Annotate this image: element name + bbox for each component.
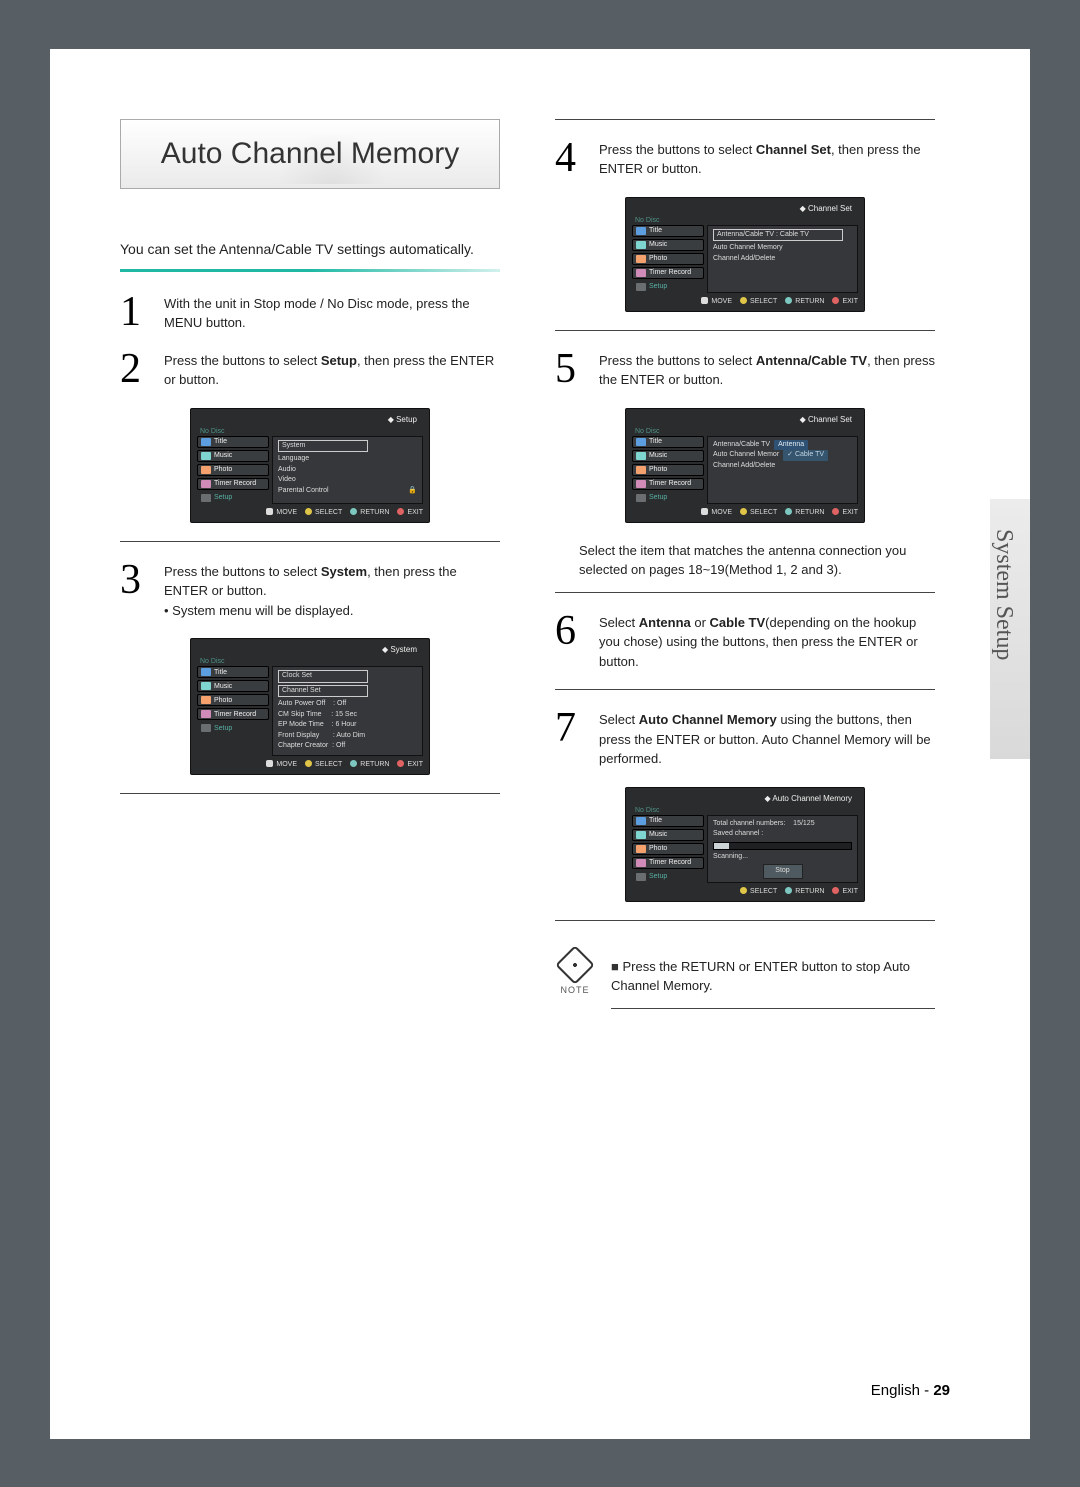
step-5-note: Select the item that matches the antenna… bbox=[579, 541, 935, 580]
right-column: 4 Press the buttons to select Channel Se… bbox=[555, 119, 935, 1009]
step-number: 7 bbox=[555, 710, 587, 769]
note-block: NOTE Press the RETURN or ENTER button to… bbox=[555, 951, 935, 1009]
step-text: Press the buttons to select Channel Set,… bbox=[599, 140, 935, 179]
divider bbox=[555, 330, 935, 331]
step-text: Press the buttons to select System, then… bbox=[164, 562, 500, 621]
step-3: 3 Press the buttons to select System, th… bbox=[120, 562, 500, 621]
step-2: 2 Press the buttons to select Setup, the… bbox=[120, 351, 500, 390]
step-text: Select Auto Channel Memory using the but… bbox=[599, 710, 935, 769]
step-text: Press the buttons to select Antenna/Cabl… bbox=[599, 351, 935, 390]
osd-setup: ◆ Setup No Disc Title Music Photo Timer … bbox=[190, 408, 430, 523]
osd-channel-set: ◆ Channel Set No Disc Title Music Photo … bbox=[625, 197, 865, 312]
step-number: 4 bbox=[555, 140, 587, 179]
divider bbox=[555, 689, 935, 690]
step-number: 1 bbox=[120, 294, 152, 333]
page-title: Auto Channel Memory bbox=[161, 137, 459, 171]
section-tab-label: System Setup bbox=[990, 499, 1017, 660]
step-5: 5 Press the buttons to select Antenna/Ca… bbox=[555, 351, 935, 390]
note-icon: NOTE bbox=[555, 951, 595, 995]
step-text: Press the buttons to select Setup, then … bbox=[164, 351, 500, 390]
step-number: 5 bbox=[555, 351, 587, 390]
osd-system: ◆ System No Disc Title Music Photo Timer… bbox=[190, 638, 430, 775]
manual-page: System Setup Auto Channel Memory You can… bbox=[50, 49, 1030, 1439]
divider bbox=[555, 592, 935, 593]
step-4: 4 Press the buttons to select Channel Se… bbox=[555, 140, 935, 179]
note-text: Press the RETURN or ENTER button to stop… bbox=[611, 957, 935, 1009]
step-7: 7 Select Auto Channel Memory using the b… bbox=[555, 710, 935, 769]
stop-button[interactable]: Stop bbox=[763, 864, 803, 879]
step-number: 2 bbox=[120, 351, 152, 390]
step-number: 3 bbox=[120, 562, 152, 621]
progress-bar bbox=[713, 842, 852, 850]
intro-text: You can set the Antenna/Cable TV setting… bbox=[120, 239, 500, 259]
divider bbox=[120, 793, 500, 794]
step-text: With the unit in Stop mode / No Disc mod… bbox=[164, 294, 500, 333]
page-footer: English - 29 bbox=[871, 1382, 950, 1399]
left-column: Auto Channel Memory You can set the Ante… bbox=[120, 119, 500, 1009]
osd-acm-progress: ◆ Auto Channel Memory No Disc Title Musi… bbox=[625, 787, 865, 902]
osd-channel-set-popup: ◆ Channel Set No Disc Title Music Photo … bbox=[625, 408, 865, 523]
divider bbox=[555, 920, 935, 921]
divider bbox=[120, 269, 500, 272]
page-title-box: Auto Channel Memory bbox=[120, 119, 500, 189]
step-1: 1 With the unit in Stop mode / No Disc m… bbox=[120, 294, 500, 333]
step-text: Select Antenna or Cable TV(depending on … bbox=[599, 613, 935, 672]
divider bbox=[120, 541, 500, 542]
lock-icon: 🔒 bbox=[408, 486, 417, 497]
step-number: 6 bbox=[555, 613, 587, 672]
step-6: 6 Select Antenna or Cable TV(depending o… bbox=[555, 613, 935, 672]
section-tab: System Setup bbox=[990, 499, 1030, 759]
divider bbox=[555, 119, 935, 120]
